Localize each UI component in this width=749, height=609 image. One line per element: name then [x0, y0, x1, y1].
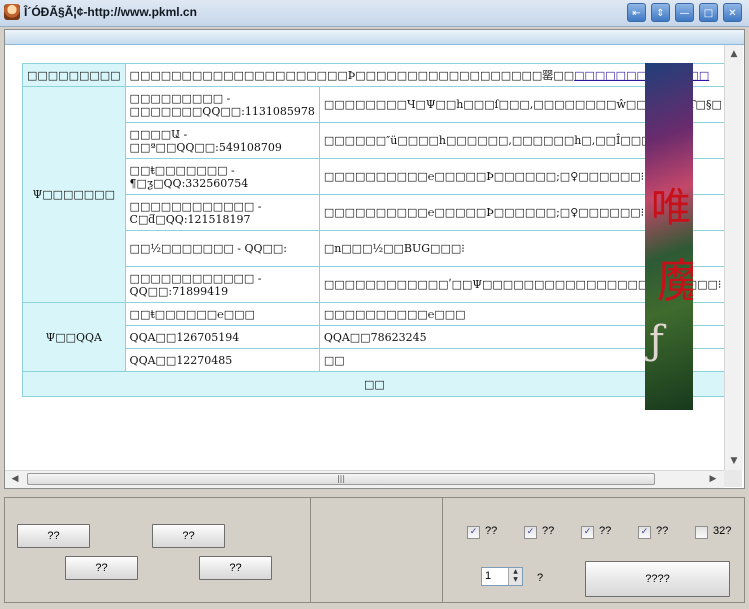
window-title: Î´ÓÐÃ§Ã¦¢-http://www.pkml.cn	[24, 5, 197, 19]
option-label: ??	[599, 525, 612, 537]
option-checkbox-5[interactable]	[695, 526, 708, 539]
option-checkbox-4[interactable]: ✓	[638, 526, 651, 539]
back-icon[interactable]: ⇤	[627, 3, 646, 22]
staff-name: □□ŧ□□□□□□□ - ¶□ƺ□QQ:332560754	[124, 158, 320, 195]
table-row: QQA□□126705194 QQA□□78623245	[23, 325, 724, 349]
banner-text: 魔	[657, 254, 693, 308]
qq-left: □□ŧ□□□□□□℮□□□	[124, 302, 320, 326]
scroll-right-icon[interactable]: ▶	[705, 471, 721, 487]
middle-panel	[311, 497, 442, 603]
table-row: □□ŧ□□□□□□□ - ¶□ƺ□QQ:332560754 □□□□□□□□□□…	[23, 158, 724, 195]
scroll-corner	[724, 470, 742, 487]
table-row: □□□□□□□□□ □□□□□□□□□□□□□□□□□□□□□Þ□□□□□□□□…	[22, 63, 724, 87]
action-button-2[interactable]: ??	[152, 524, 225, 548]
option-label: ??	[485, 525, 498, 537]
maximize-button[interactable]: □	[699, 3, 718, 22]
spin-up-icon[interactable]: ▲	[509, 568, 522, 576]
table-row: Ψ□□QQA □□ŧ□□□□□□℮□□□ □□□□□□□□□□℮□□□	[22, 302, 724, 372]
row-label: □□□□□□□□□	[22, 63, 126, 87]
start-button[interactable]: ????	[585, 561, 730, 597]
group-label: Ψ□□QQA	[22, 302, 126, 372]
notice-text: □□□□□□□□□□□□□□□□□□□□□Þ□□□□□□□□□□□□□□□□□□…	[124, 63, 724, 87]
table-row: □□□□Ա - □□ª□□QQ□□:549108709 □□□□□□″ü□□□□…	[23, 122, 724, 159]
table-row: □□	[22, 371, 724, 397]
updown-icon[interactable]: ⇕	[651, 3, 670, 22]
horizontal-scrollbar[interactable]: ◀ ||| ▶	[5, 470, 724, 488]
spinner-value[interactable]: 1	[485, 570, 491, 582]
scroll-up-icon[interactable]: ▲	[726, 46, 742, 62]
option-checkbox-2[interactable]: ✓	[524, 526, 537, 539]
banner-text: 唯	[651, 185, 691, 231]
table-row: Ψ□□□□□□□ □□□□□□□□□ - □□□□□□□QQ□□:1131085…	[22, 86, 724, 303]
banner-text: ƒ	[649, 318, 664, 364]
spinner-buttons[interactable]: ▲ ▼	[508, 568, 522, 585]
staff-name: □□□□□□□□□ - □□□□□□□QQ□□:1131085978	[124, 86, 320, 123]
scroll-down-icon[interactable]: ▼	[726, 453, 742, 469]
info-table: □□□□□□□□□ □□□□□□□□□□□□□□□□□□□□□Þ□□□□□□□□…	[22, 63, 724, 397]
table-row: □□□□□□□□□□□□ - QQ□□:71899419 □□□□□□□□□□□…	[23, 266, 724, 303]
spinner-label: ?	[537, 572, 544, 584]
option-label: ??	[542, 525, 555, 537]
group-label: Ψ□□□□□□□	[22, 86, 126, 303]
option-checkbox-3[interactable]: ✓	[581, 526, 594, 539]
spin-down-icon[interactable]: ▼	[509, 576, 522, 584]
qq-left: QQA□□12270485	[124, 348, 320, 372]
scroll-left-icon[interactable]: ◀	[7, 471, 23, 487]
staff-name: □□□□□□□□□□□□ - C□ƌ□QQ:121518197	[124, 194, 320, 231]
browser-frame: □□□□□□□□□ □□□□□□□□□□□□□□□□□□□□□Þ□□□□□□□□…	[4, 29, 745, 489]
web-content[interactable]: □□□□□□□□□ □□□□□□□□□□□□□□□□□□□□□Þ□□□□□□□□…	[5, 45, 724, 470]
close-button[interactable]: ✕	[723, 3, 742, 22]
table-row: □□□□□□□□□□□□ - C□ƌ□QQ:121518197 □□□□□□□□…	[23, 194, 724, 231]
option-checkbox-1[interactable]: ✓	[467, 526, 480, 539]
vertical-scrollbar[interactable]: ▲ ▼	[724, 45, 743, 470]
minimize-button[interactable]: —	[675, 3, 694, 22]
qq-left: QQA□□126705194	[124, 325, 320, 349]
app-icon	[4, 4, 20, 20]
table-footer: □□	[22, 371, 724, 397]
action-button-4[interactable]: ??	[199, 556, 272, 580]
action-button-3[interactable]: ??	[65, 556, 138, 580]
toolstrip	[5, 30, 744, 45]
staff-name: □□□□□□□□□□□□ - QQ□□:71899419	[124, 266, 320, 303]
table-row: QQA□□12270485 □□	[23, 348, 724, 372]
staff-name: □□½□□□□□□□ - QQ□□:	[124, 230, 320, 267]
option-label: ??	[656, 525, 669, 537]
action-button-1[interactable]: ??	[17, 524, 90, 548]
staff-name: □□□□Ա - □□ª□□QQ□□:549108709	[124, 122, 320, 159]
title-bar: Î´ÓÐÃ§Ã¦¢-http://www.pkml.cn ⇤ ⇕ — □ ✕	[0, 0, 749, 27]
left-panel	[4, 497, 311, 603]
game-banner-image: 唯 魔 ƒ	[645, 63, 693, 410]
scroll-thumb[interactable]: |||	[27, 473, 655, 485]
option-label: 32?	[713, 525, 732, 537]
count-spinner[interactable]: 1 ▲ ▼	[481, 567, 523, 586]
table-row: □□½□□□□□□□ - QQ□□: □n□□□½□□BUG□□□⁝	[23, 230, 724, 267]
